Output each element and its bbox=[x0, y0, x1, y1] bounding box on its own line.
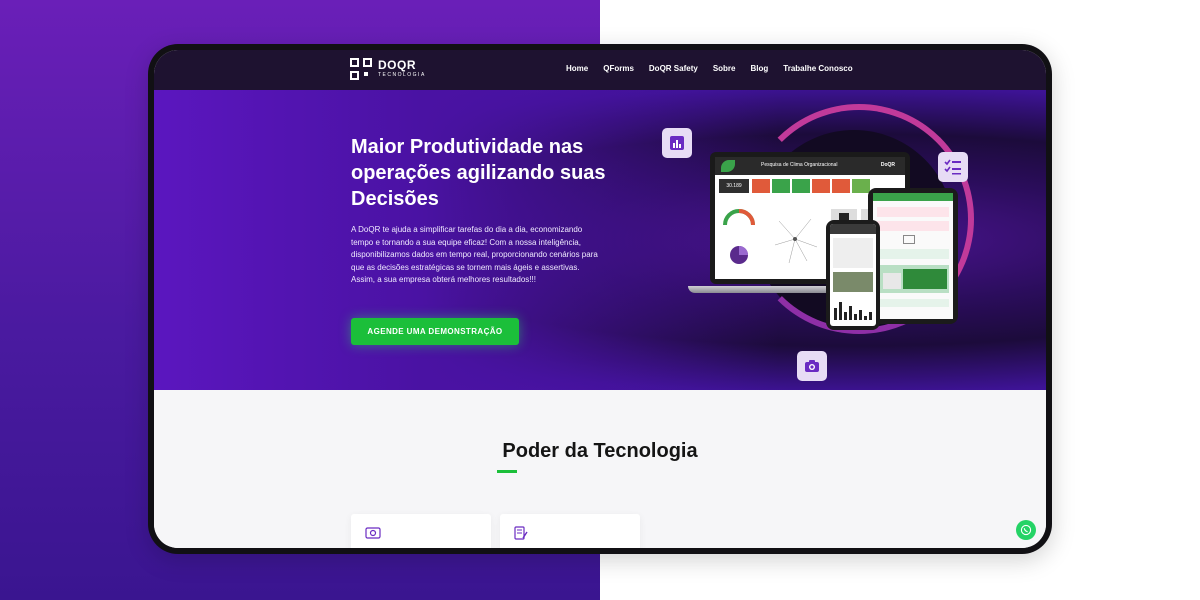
nav-link-trabalhe-conosco[interactable]: Trabalhe Conosco bbox=[783, 64, 852, 73]
browser-screen: DOQR TECNOLOGIA Home QForms DoQR Safety … bbox=[154, 50, 1046, 548]
kpi-block bbox=[792, 179, 810, 193]
feature-card[interactable] bbox=[351, 514, 491, 548]
nav-link-blog[interactable]: Blog bbox=[750, 64, 768, 73]
dashboard-title: Pesquisa de Clima Organizacional bbox=[761, 162, 838, 168]
device-frame: DOQR TECNOLOGIA Home QForms DoQR Safety … bbox=[148, 44, 1052, 554]
phone-mockup bbox=[826, 220, 880, 330]
leaf-logo-icon bbox=[721, 160, 735, 172]
logo-text: DOQR TECNOLOGIA bbox=[378, 59, 426, 79]
camera-icon bbox=[797, 351, 827, 381]
qr-logo-icon bbox=[350, 58, 372, 80]
features-section: Poder da Tecnologia bbox=[154, 390, 1046, 548]
kpi-value: 30.189 bbox=[719, 179, 749, 193]
section-title-underline bbox=[497, 470, 517, 473]
nav-link-doqr-safety[interactable]: DoQR Safety bbox=[649, 64, 698, 73]
document-edit-icon bbox=[514, 526, 528, 545]
hero-title: Maior Produtividade nas operações agiliz… bbox=[351, 136, 606, 210]
nav-link-sobre[interactable]: Sobre bbox=[713, 64, 736, 73]
section-title: Poder da Tecnologia bbox=[502, 440, 698, 462]
money-icon bbox=[365, 526, 381, 544]
navbar: DOQR TECNOLOGIA Home QForms DoQR Safety … bbox=[154, 50, 1046, 90]
kpi-block bbox=[832, 179, 850, 193]
nav-link-home[interactable]: Home bbox=[566, 64, 588, 73]
nav-link-qforms[interactable]: QForms bbox=[603, 64, 634, 73]
logo[interactable]: DOQR TECNOLOGIA bbox=[350, 58, 426, 80]
dashboard-brand: DoQR bbox=[880, 162, 895, 168]
kpi-block bbox=[752, 179, 770, 193]
hero-description: A DoQR te ajuda a simplificar tarefas do… bbox=[351, 225, 598, 284]
nav-links: Home QForms DoQR Safety Sobre Blog Traba… bbox=[566, 64, 853, 73]
kpi-block bbox=[812, 179, 830, 193]
logo-name: DOQR bbox=[378, 58, 416, 72]
dashboard-header: Pesquisa de Clima Organizacional DoQR bbox=[715, 157, 905, 175]
kpi-block bbox=[852, 179, 870, 193]
phone-screen bbox=[830, 224, 876, 326]
whatsapp-icon[interactable] bbox=[1016, 520, 1036, 540]
schedule-demo-button[interactable]: AGENDE UMA DEMONSTRAÇÃO bbox=[351, 318, 519, 345]
feature-card[interactable] bbox=[500, 514, 640, 548]
checklist-icon bbox=[938, 152, 968, 182]
tablet-mockup bbox=[868, 188, 958, 324]
tablet-screen bbox=[873, 193, 953, 319]
logo-subtitle: TECNOLOGIA bbox=[378, 72, 426, 78]
kpi-block bbox=[772, 179, 790, 193]
hero-section: Maior Produtividade nas operações agiliz… bbox=[154, 90, 1046, 390]
bar-chart-icon bbox=[662, 128, 692, 158]
